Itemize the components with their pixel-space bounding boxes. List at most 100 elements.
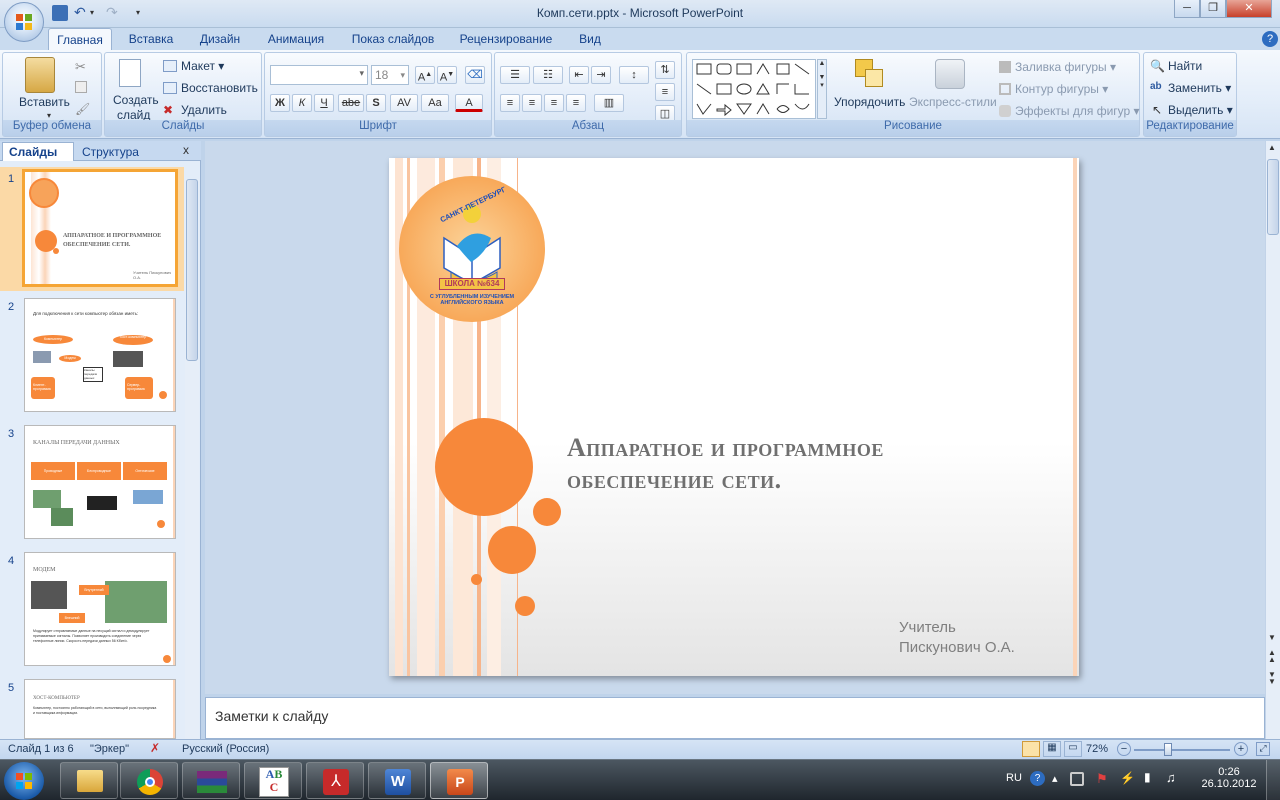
shapes-scroll[interactable]: ▲ ▼ ▾	[817, 59, 827, 119]
change-case-button[interactable]: Aa	[421, 94, 449, 112]
arrange-icon[interactable]	[855, 59, 885, 89]
tab-slideshow[interactable]: Показ слайдов	[342, 28, 444, 50]
editor-scrollbar[interactable]: ▲ ▼ ▲ ▲ ▼ ▼	[1265, 141, 1280, 739]
slide-title[interactable]: Аппаратное и программное обеспечение сет…	[567, 432, 1027, 496]
shape-fill-button[interactable]: Заливка фигуры ▾	[1015, 58, 1116, 76]
word-taskbar-button[interactable]: W	[368, 762, 426, 799]
reset-button[interactable]: Восстановить	[181, 79, 258, 97]
cut-icon[interactable]: ✂	[75, 59, 86, 75]
clock[interactable]: 0:26 26.10.2012	[1200, 766, 1258, 790]
bold-button[interactable]: Ж	[270, 94, 290, 112]
minimize-button[interactable]: ─	[1174, 0, 1200, 18]
shrink-font-icon[interactable]: A▼	[437, 66, 457, 84]
shadow-button[interactable]: S	[366, 94, 386, 112]
acrobat-taskbar-button[interactable]: ⅄	[306, 762, 364, 799]
next-slide-icon[interactable]: ▼ ▼	[1268, 671, 1276, 686]
select-button[interactable]: Выделить ▾	[1168, 101, 1233, 119]
bullets-icon[interactable]: ☰	[500, 66, 530, 84]
powerpoint-taskbar-button[interactable]: P	[430, 762, 488, 799]
layout-button[interactable]: Макет ▾	[181, 57, 224, 75]
copy-icon[interactable]	[75, 81, 87, 93]
font-name-input[interactable]: ▾	[270, 65, 368, 85]
justify-icon[interactable]: ≡	[566, 94, 586, 112]
scroll-up-icon[interactable]: ▲	[1268, 143, 1276, 152]
start-button[interactable]	[4, 762, 44, 800]
new-slide-icon[interactable]	[119, 59, 141, 87]
show-hidden-icons[interactable]: ▴	[1052, 772, 1058, 785]
scrollbar-thumb[interactable]	[186, 179, 198, 361]
fit-slide-icon[interactable]: ⤢	[1256, 742, 1270, 756]
explorer-taskbar-button[interactable]	[60, 762, 118, 799]
numbering-icon[interactable]: ☷	[533, 66, 563, 84]
tray-app-icon[interactable]	[1070, 772, 1084, 786]
slide-thumbnail-3[interactable]: Каналы передачи данных Проводные Беспров…	[24, 425, 176, 539]
find-button[interactable]: Найти	[1168, 57, 1202, 75]
office-button[interactable]	[4, 2, 44, 42]
underline-button[interactable]: Ч	[314, 94, 334, 112]
shape-outline-button[interactable]: Контур фигуры ▾	[1015, 80, 1108, 98]
replace-button[interactable]: Заменить ▾	[1168, 79, 1231, 97]
grow-font-icon[interactable]: A▲	[415, 66, 435, 84]
tab-animation[interactable]: Анимация	[258, 28, 334, 50]
abc-app-taskbar-button[interactable]: AB C	[244, 762, 302, 799]
zoom-out-icon[interactable]: −	[1117, 742, 1131, 756]
tab-review[interactable]: Рецензирование	[452, 28, 560, 50]
slide-thumbnail-2[interactable]: Для подключения к сети компьютер обязан …	[24, 298, 176, 412]
slide-canvas[interactable]: САНКТ-ПЕТЕРБУРГ ШКОЛА №634 С УГЛУБЛЕННЫМ…	[389, 158, 1079, 676]
paste-dropdown-icon[interactable]: ▾	[47, 111, 51, 120]
theme-name[interactable]: "Эркер"	[90, 743, 129, 755]
font-color-button[interactable]: A	[455, 94, 483, 112]
quick-styles-icon[interactable]	[935, 59, 965, 89]
char-spacing-button[interactable]: AV	[390, 94, 418, 112]
line-spacing-icon[interactable]: ↕	[619, 66, 649, 84]
zoom-slider-thumb[interactable]	[1164, 743, 1172, 756]
spellcheck-icon[interactable]: ✗	[150, 741, 160, 755]
align-text-icon[interactable]: ≡	[655, 83, 675, 101]
winrar-taskbar-button[interactable]	[182, 762, 240, 799]
language-status[interactable]: Русский (Россия)	[182, 743, 269, 755]
slide-subtitle[interactable]: Учитель Пискунович О.А.	[899, 618, 1069, 658]
zoom-level[interactable]: 72%	[1086, 743, 1108, 755]
prev-slide-icon[interactable]: ▲ ▲	[1268, 649, 1276, 664]
align-center-icon[interactable]: ≡	[522, 94, 542, 112]
decrease-indent-icon[interactable]: ⇤	[569, 66, 589, 84]
new-slide-button[interactable]: Создать	[113, 93, 159, 107]
input-language[interactable]: RU	[1006, 772, 1022, 784]
scroll-down-icon[interactable]: ▼	[1268, 633, 1276, 642]
arrange-button[interactable]: Упорядочить	[834, 95, 905, 109]
power-icon[interactable]: ⚡	[1120, 771, 1135, 785]
italic-button[interactable]: К	[292, 94, 312, 112]
tab-design[interactable]: Дизайн	[190, 28, 250, 50]
slide-thumbnail-1[interactable]: Аппаратное и программное обеспечение сет…	[22, 169, 178, 287]
normal-view-icon[interactable]	[1022, 741, 1040, 757]
scrollbar-thumb[interactable]	[1267, 159, 1279, 235]
notes-pane[interactable]: Заметки к слайду	[205, 697, 1265, 739]
slideshow-icon[interactable]: ▭	[1064, 741, 1082, 757]
shapes-gallery[interactable]	[692, 59, 816, 119]
close-button[interactable]: ✕	[1226, 0, 1272, 18]
language-help-icon[interactable]: ?	[1030, 771, 1045, 786]
slide-thumbnail-4[interactable]: Модем Внутренний Внешний Модулирует отпр…	[24, 552, 176, 666]
thumbnail-scrollbar[interactable]	[185, 179, 199, 739]
font-size-input[interactable]: 18 ▾	[371, 65, 409, 85]
tab-home[interactable]: Главная	[48, 28, 112, 50]
clear-format-icon[interactable]: ⌫	[465, 66, 485, 84]
strikethrough-button[interactable]: abe	[338, 94, 364, 112]
align-right-icon[interactable]: ≡	[544, 94, 564, 112]
paste-button[interactable]: Вставить	[19, 95, 70, 109]
network-icon[interactable]: ▮	[1144, 770, 1151, 784]
tab-insert[interactable]: Вставка	[120, 28, 182, 50]
quick-styles-button[interactable]: Экспресс-стили	[909, 95, 997, 109]
slide-sorter-icon[interactable]: ▦	[1043, 741, 1061, 757]
slide-thumbnail-5[interactable]: Хост-компьютер Компьютер, постоянно рабо…	[24, 679, 176, 739]
chrome-taskbar-button[interactable]	[120, 762, 178, 799]
format-painter-icon[interactable]: 🖌	[75, 102, 90, 116]
close-pane-button[interactable]: x	[183, 143, 189, 157]
tab-outline[interactable]: Структура	[78, 143, 150, 161]
increase-indent-icon[interactable]: ⇥	[591, 66, 611, 84]
shape-effects-button[interactable]: Эффекты для фигур ▾	[1015, 102, 1140, 120]
tab-view[interactable]: Вид	[568, 28, 612, 50]
action-center-icon[interactable]: ⚑	[1096, 771, 1108, 787]
align-left-icon[interactable]: ≡	[500, 94, 520, 112]
tab-slides[interactable]: Слайды	[2, 142, 74, 161]
